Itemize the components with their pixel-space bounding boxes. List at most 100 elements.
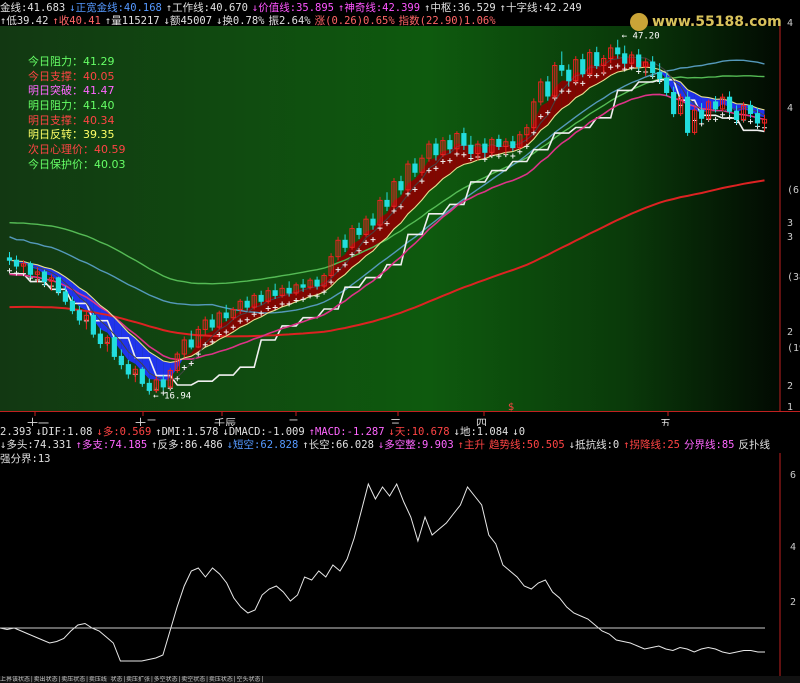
indicator-item-b-4: ↑长空:66.028 [302, 439, 374, 451]
y-tick-label: 4 [787, 18, 794, 29]
candle-body [733, 110, 740, 120]
candle-body [6, 257, 13, 261]
candle-body [580, 59, 586, 75]
y-tick-label: 3 [787, 232, 794, 243]
candle-body [111, 337, 117, 357]
candle-body [398, 181, 404, 191]
pivot-label: 今日支撑：40.05 [28, 69, 115, 83]
pivot-label: 次日心理价：40.59 [28, 143, 126, 157]
indicator-item-b-9: ↑拐降线:25 [623, 439, 681, 451]
sub-y-tick-label: 6 [790, 470, 796, 481]
candle-body [97, 333, 103, 344]
pivot-label: 明日突破：41.47 [28, 84, 115, 98]
y-tick-label: (19 [787, 343, 800, 354]
candle-body [286, 287, 292, 294]
pivot-label: 今日阻力：41.29 [28, 55, 115, 68]
candle-body [27, 263, 34, 275]
sub-y-tick-label: 2 [790, 597, 796, 608]
header-item-5: ↑中枢:36.529 [424, 2, 496, 14]
candle-body [258, 294, 264, 302]
candle-body [657, 72, 663, 79]
header-item-0: 金线:41.683 [0, 2, 66, 14]
candle-body [69, 300, 76, 312]
quote-item-1: ↑收40.41 [52, 15, 101, 27]
bottom-status-bar: 上界该状态|卖出状态|卖压状态|卖压线 状态|卖压扩张|多空状态|卖空状态|卖压… [0, 676, 800, 683]
indicator-item-0: 2.393 [0, 426, 32, 438]
candle-body [726, 96, 733, 112]
candle-body [139, 368, 145, 384]
candle-body [636, 54, 642, 68]
cloud-red-segment [575, 72, 583, 98]
sub-y-tick-label: 4 [790, 542, 796, 553]
header-item-3: ↓价值线:35.895 [251, 2, 334, 14]
candle-body [223, 312, 229, 319]
candle-body [433, 143, 439, 156]
candle-body [650, 61, 656, 74]
indicator-bar-2: ↓多头:74.331 ↑多支:74.185 ↑反多:86.486 ↓短空:62.828… [0, 439, 800, 452]
pivot-panel: 今日阻力：41.29 今日支撑：40.05 明日突破：41.47 明日阻力：41.40… [28, 55, 126, 173]
indicator-item-6: ↓天:10.678 [388, 426, 450, 438]
pivot-label: 明日支撑：40.34 [28, 113, 115, 127]
candle-body [370, 218, 376, 226]
indicator-item-b-1: ↑多支:74.185 [75, 439, 148, 451]
indicator-item-b-5: ↓多空整:9.903 [377, 439, 454, 451]
watermark: www.55188.com [630, 12, 782, 32]
candle-body [747, 104, 754, 115]
watermark-text: www.55188.com [652, 14, 782, 30]
candle-body [76, 310, 83, 321]
candle-body [160, 379, 166, 388]
cloud-red-segment [456, 143, 464, 168]
sub-chart-label: 强分界:13 [0, 453, 51, 465]
indicator-item-5: ↑MACD:-1.287 [308, 426, 385, 438]
candle-body [125, 364, 131, 375]
candle-body [314, 279, 320, 287]
candle-body [244, 300, 250, 308]
y-tick-label: 1 [787, 402, 794, 413]
candle-body [188, 339, 194, 348]
candle-body [594, 52, 600, 67]
indicator-item-7: ↓地:1.084 [453, 426, 509, 438]
candle-body [342, 239, 348, 248]
indicator-item-1: ↓DIF:1.08 [35, 426, 93, 438]
candle-body [13, 259, 20, 267]
candle-body [412, 163, 418, 173]
candle-body [461, 133, 467, 146]
pivot-label: 今日保护价：40.03 [28, 157, 126, 171]
candle-body [272, 290, 278, 296]
candle-body [615, 47, 621, 55]
indicator-item-2: ↓多:0.569 [96, 426, 152, 438]
header-item-6: ↑十字线:42.249 [499, 2, 582, 14]
candle-body [447, 140, 453, 150]
indicator-item-b-6: ↑主升 [457, 439, 485, 451]
quote-item-5: 振2.64% [268, 15, 311, 27]
quote-item-2: ↑量115217 [104, 15, 160, 27]
logo-icon [630, 13, 648, 31]
quote-item-6: 涨(0.26)0.65% [314, 15, 395, 27]
quote-item-0: ↑低39.42 [0, 15, 49, 27]
indicator-item-8: ↓0 [512, 426, 526, 438]
indicator-item-3: ↑DMI:1.578 [155, 426, 219, 438]
pivot-label: 明日反转：39.35 [28, 128, 115, 142]
candle-body [146, 382, 152, 391]
sub-chart[interactable]: 6 4 2 [0, 453, 800, 676]
sub-chart-background [0, 453, 800, 676]
y-tick-label: (38 [787, 272, 800, 283]
candle-body [510, 141, 516, 149]
indicator-item-b-10: 分界线:85 [684, 439, 735, 451]
candle-body [545, 81, 551, 97]
candle-body [754, 113, 761, 124]
indicator-item-b-3: ↓短空:62.828 [226, 439, 299, 451]
indicator-item-b-11: 反扑线 [738, 439, 770, 451]
candle-body [41, 271, 48, 282]
candle-body [62, 291, 69, 302]
price-annotation: ← 16.94 [153, 392, 191, 402]
candle-body [685, 96, 691, 133]
candle-body [698, 109, 705, 119]
y-tick-label: 2 [787, 327, 794, 338]
candle-body [712, 101, 719, 110]
candle-body [118, 355, 124, 366]
y-tick-label: 3 [787, 218, 794, 229]
header-item-4: ↑神奇线:42.399 [338, 2, 421, 14]
candle-body [559, 65, 565, 71]
candle-body [468, 144, 474, 154]
